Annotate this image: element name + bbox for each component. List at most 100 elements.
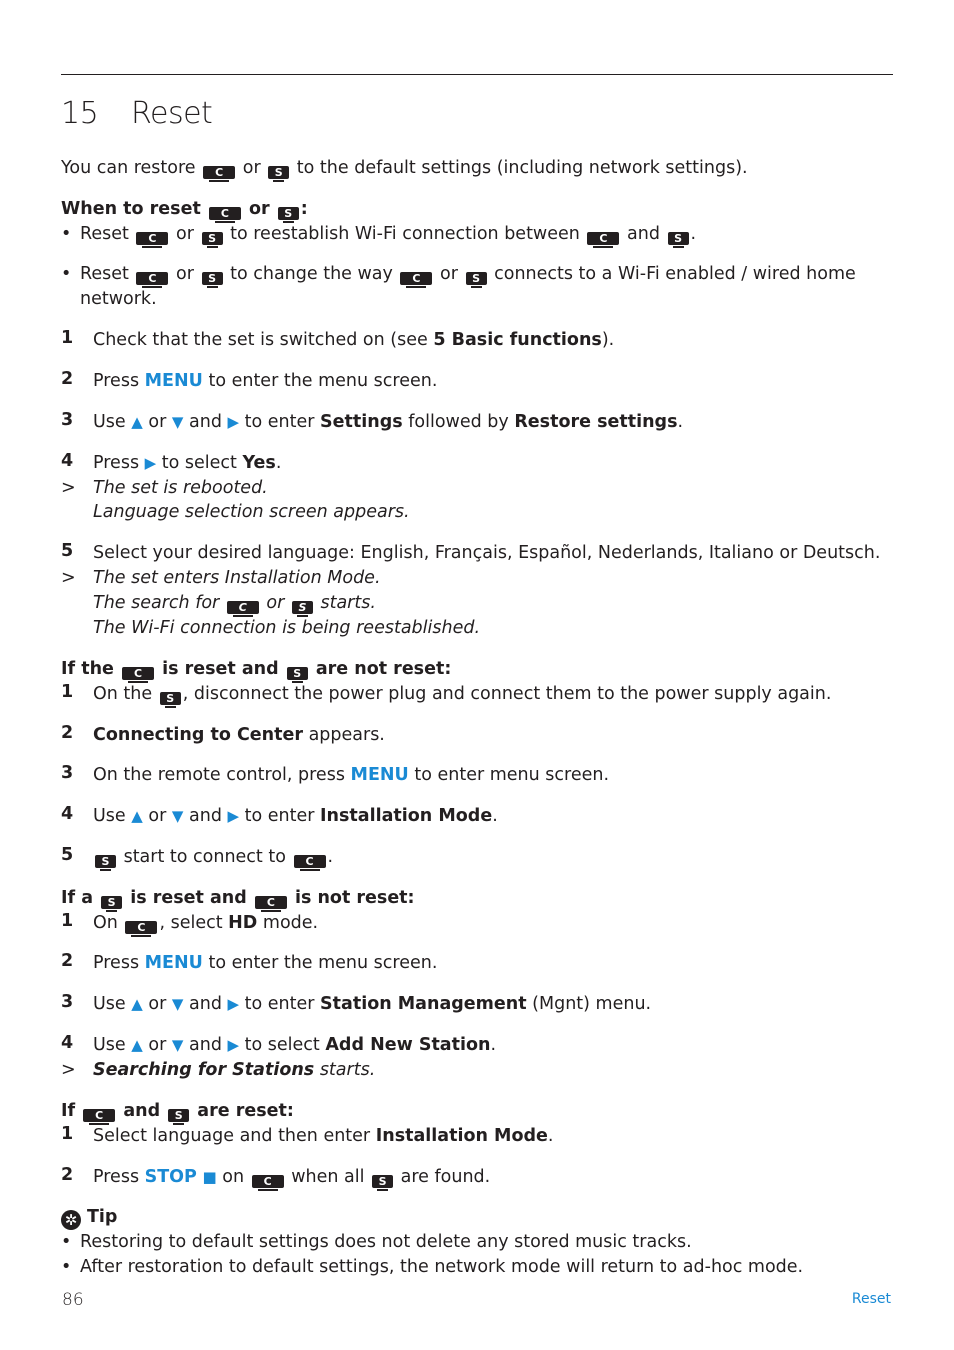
step-number: 4 bbox=[61, 1033, 74, 1053]
center-device-icon: C bbox=[122, 667, 155, 683]
center-device-icon: C bbox=[125, 921, 158, 937]
tip-heading: ✲ Tip bbox=[61, 1205, 117, 1230]
stop-button-label: STOP bbox=[144, 1167, 197, 1187]
station-device-icon: S bbox=[95, 855, 116, 871]
right-arrow-icon: ▶ bbox=[227, 995, 240, 1013]
main-step-4-result-2: Language selection screen appears. bbox=[93, 502, 410, 522]
station-device-icon: S bbox=[465, 272, 487, 288]
main-step-3: Use ▲ or ▼ and ▶ to enter Settings follo… bbox=[93, 412, 684, 432]
right-arrow-icon: ▶ bbox=[144, 454, 157, 472]
center-device-icon: C bbox=[208, 207, 241, 223]
main-step-4: Press ▶ to select Yes. bbox=[93, 453, 282, 473]
step-number: 5 bbox=[61, 541, 74, 561]
center-device-icon: C bbox=[400, 272, 433, 288]
result-marker: > bbox=[61, 478, 76, 498]
center-step-2: Connecting to Center appears. bbox=[93, 725, 385, 745]
step-number: 3 bbox=[61, 992, 74, 1012]
result-marker: > bbox=[61, 1060, 76, 1080]
tip-item: • Restoring to default settings does not … bbox=[61, 1232, 692, 1252]
station-step-1: On C, select HD mode. bbox=[93, 911, 318, 937]
down-arrow-icon: ▼ bbox=[171, 995, 184, 1013]
main-step-5: Select your desired language: English, F… bbox=[93, 543, 881, 563]
intro-paragraph: You can restore C or S to the default se… bbox=[61, 156, 748, 182]
station-step-4: Use ▲ or ▼ and ▶ to select Add New Stati… bbox=[93, 1035, 497, 1055]
right-arrow-icon: ▶ bbox=[227, 807, 240, 825]
station-device-icon: S bbox=[201, 232, 223, 248]
station-step-4-result: Searching for Stations starts. bbox=[93, 1060, 376, 1080]
chapter-number: 15 bbox=[61, 96, 99, 131]
center-step-3: On the remote control, press MENU to ent… bbox=[93, 765, 610, 785]
up-arrow-icon: ▲ bbox=[131, 1036, 143, 1054]
footer-section-link[interactable]: Reset bbox=[852, 1291, 891, 1307]
center-device-icon: C bbox=[83, 1109, 116, 1125]
step-number: 5 bbox=[61, 845, 74, 865]
bullet-icon: • bbox=[61, 1257, 72, 1277]
step-number: 3 bbox=[61, 763, 74, 783]
main-step-4-result-1: The set is rebooted. bbox=[93, 478, 268, 498]
center-device-icon: C bbox=[254, 896, 287, 912]
step-number: 1 bbox=[61, 328, 74, 348]
down-arrow-icon: ▼ bbox=[171, 413, 184, 431]
center-step-5: S start to connect to C. bbox=[93, 845, 333, 871]
right-arrow-icon: ▶ bbox=[227, 1036, 240, 1054]
station-device-icon: S bbox=[159, 692, 181, 708]
main-step-5-result-3: The Wi-Fi connection is being reestablis… bbox=[93, 618, 481, 638]
station-step-2: Press MENU to enter the menu screen. bbox=[93, 953, 438, 973]
step-number: 2 bbox=[61, 1165, 74, 1185]
bullet-icon: • bbox=[61, 224, 72, 244]
station-step-3: Use ▲ or ▼ and ▶ to enter Station Manage… bbox=[93, 994, 652, 1014]
menu-button-label: MENU bbox=[144, 371, 203, 391]
result-marker: > bbox=[61, 568, 76, 588]
station-device-icon: S bbox=[372, 1175, 394, 1191]
station-device-icon: S bbox=[277, 207, 299, 223]
station-reset-heading: If a S is reset and C is not reset: bbox=[61, 886, 415, 912]
tip-item: • After restoration to default settings, … bbox=[61, 1257, 804, 1277]
chapter-title: 15 Reset bbox=[61, 96, 213, 131]
station-device-icon: S bbox=[667, 232, 689, 248]
when-to-reset-heading: When to reset C or S: bbox=[61, 197, 308, 223]
header-rule bbox=[61, 74, 893, 75]
right-arrow-icon: ▶ bbox=[227, 413, 240, 431]
page-number: 86 bbox=[62, 1290, 84, 1310]
both-step-2: Press STOP ■ on C when all S are found. bbox=[93, 1165, 490, 1191]
main-step-1: Check that the set is switched on (see 5… bbox=[93, 330, 615, 350]
station-device-icon: S bbox=[268, 166, 290, 182]
down-arrow-icon: ▼ bbox=[171, 1036, 184, 1054]
step-number: 4 bbox=[61, 451, 74, 471]
step-number: 2 bbox=[61, 369, 74, 389]
station-device-icon: S bbox=[201, 272, 223, 288]
menu-button-label: MENU bbox=[350, 765, 409, 785]
up-arrow-icon: ▲ bbox=[131, 807, 143, 825]
main-step-5-result-1: The set enters Installation Mode. bbox=[93, 568, 381, 588]
center-reset-heading: If the C is reset and S are not reset: bbox=[61, 657, 451, 683]
bullet-icon: • bbox=[61, 264, 72, 284]
center-device-icon: C bbox=[136, 272, 169, 288]
step-number: 1 bbox=[61, 1124, 74, 1144]
up-arrow-icon: ▲ bbox=[131, 413, 143, 431]
bullet-icon: • bbox=[61, 1232, 72, 1252]
both-step-1: Select language and then enter Installat… bbox=[93, 1126, 554, 1146]
up-arrow-icon: ▲ bbox=[131, 995, 143, 1013]
step-number: 3 bbox=[61, 410, 74, 430]
menu-button-label: MENU bbox=[144, 953, 203, 973]
center-step-4: Use ▲ or ▼ and ▶ to enter Installation M… bbox=[93, 806, 498, 826]
center-device-icon: C bbox=[587, 232, 620, 248]
chapter-name: Reset bbox=[131, 96, 213, 131]
when-bullet-2: • Reset C or S to change the way C or S c… bbox=[61, 262, 856, 288]
center-step-1: On the S, disconnect the power plug and … bbox=[93, 682, 831, 708]
main-step-2: Press MENU to enter the menu screen. bbox=[93, 371, 438, 391]
station-device-icon: S bbox=[286, 667, 308, 683]
both-reset-heading: If C and S are reset: bbox=[61, 1099, 294, 1125]
stop-icon: ■ bbox=[202, 1168, 217, 1186]
station-device-icon: S bbox=[168, 1109, 190, 1125]
step-number: 4 bbox=[61, 804, 74, 824]
center-device-icon: C bbox=[251, 1175, 284, 1191]
step-number: 2 bbox=[61, 951, 74, 971]
tip-icon: ✲ bbox=[61, 1210, 81, 1230]
down-arrow-icon: ▼ bbox=[171, 807, 184, 825]
step-number: 1 bbox=[61, 911, 74, 931]
step-number: 1 bbox=[61, 682, 74, 702]
main-step-5-result-2: The search for C or S starts. bbox=[93, 591, 376, 617]
center-device-icon: C bbox=[136, 232, 169, 248]
center-device-icon: C bbox=[203, 166, 236, 182]
